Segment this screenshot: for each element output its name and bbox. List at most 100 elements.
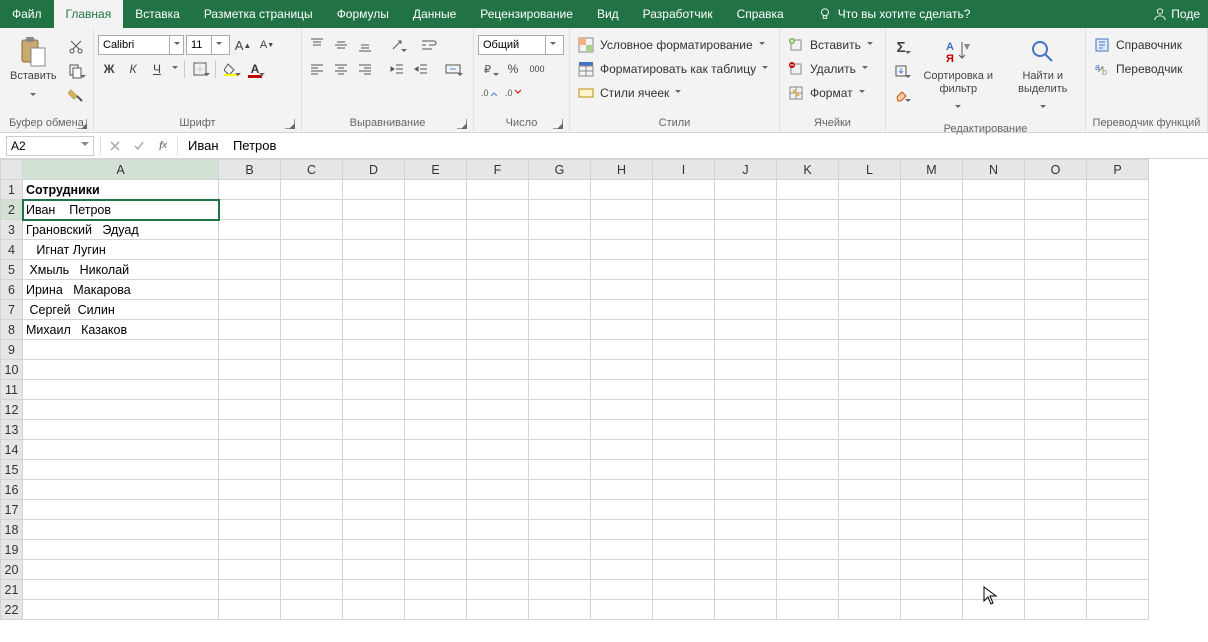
row-header-13[interactable]: 13 (1, 420, 23, 440)
cell-C1[interactable] (281, 180, 343, 200)
insert-cells-button[interactable]: Вставить (784, 34, 877, 56)
tab-insert[interactable]: Вставка (123, 0, 192, 28)
cell-G3[interactable] (529, 220, 591, 240)
cell-styles-button[interactable]: Стили ячеек (574, 82, 685, 104)
cell-O20[interactable] (1025, 560, 1087, 580)
cell-M4[interactable] (901, 240, 963, 260)
cell-N21[interactable] (963, 580, 1025, 600)
cell-C7[interactable] (281, 300, 343, 320)
cell-M21[interactable] (901, 580, 963, 600)
cell-K2[interactable] (777, 200, 839, 220)
cell-I20[interactable] (653, 560, 715, 580)
cell-L18[interactable] (839, 520, 901, 540)
cell-K21[interactable] (777, 580, 839, 600)
cell-C12[interactable] (281, 400, 343, 420)
cell-F18[interactable] (467, 520, 529, 540)
borders-button[interactable] (189, 58, 211, 80)
column-header-A[interactable]: A (23, 160, 219, 180)
cell-H17[interactable] (591, 500, 653, 520)
cell-G9[interactable] (529, 340, 591, 360)
cell-K6[interactable] (777, 280, 839, 300)
cell-N10[interactable] (963, 360, 1025, 380)
cell-L6[interactable] (839, 280, 901, 300)
cell-H10[interactable] (591, 360, 653, 380)
cell-A19[interactable] (23, 540, 219, 560)
cell-B7[interactable] (219, 300, 281, 320)
cell-F11[interactable] (467, 380, 529, 400)
cell-E18[interactable] (405, 520, 467, 540)
cell-D5[interactable] (343, 260, 405, 280)
cell-J16[interactable] (715, 480, 777, 500)
italic-button[interactable]: К (122, 58, 144, 80)
cell-L11[interactable] (839, 380, 901, 400)
row-header-12[interactable]: 12 (1, 400, 23, 420)
cell-N12[interactable] (963, 400, 1025, 420)
cell-G1[interactable] (529, 180, 591, 200)
cell-F8[interactable] (467, 320, 529, 340)
number-dialog-launcher[interactable] (553, 119, 563, 129)
cell-L3[interactable] (839, 220, 901, 240)
font-size-input[interactable] (187, 36, 211, 54)
font-name-dropdown[interactable] (169, 36, 183, 54)
row-header-7[interactable]: 7 (1, 300, 23, 320)
cell-L22[interactable] (839, 600, 901, 620)
cell-E11[interactable] (405, 380, 467, 400)
cell-H5[interactable] (591, 260, 653, 280)
tab-data[interactable]: Данные (401, 0, 468, 28)
cell-N14[interactable] (963, 440, 1025, 460)
cell-B21[interactable] (219, 580, 281, 600)
cell-N22[interactable] (963, 600, 1025, 620)
cell-N8[interactable] (963, 320, 1025, 340)
cell-G18[interactable] (529, 520, 591, 540)
cell-B8[interactable] (219, 320, 281, 340)
cell-H13[interactable] (591, 420, 653, 440)
cell-I15[interactable] (653, 460, 715, 480)
cell-P18[interactable] (1087, 520, 1149, 540)
cell-I8[interactable] (653, 320, 715, 340)
cell-J14[interactable] (715, 440, 777, 460)
cell-H11[interactable] (591, 380, 653, 400)
increase-indent-button[interactable] (410, 58, 432, 80)
cell-O2[interactable] (1025, 200, 1087, 220)
cell-H12[interactable] (591, 400, 653, 420)
cell-K8[interactable] (777, 320, 839, 340)
cell-G20[interactable] (529, 560, 591, 580)
cell-O12[interactable] (1025, 400, 1087, 420)
cell-N2[interactable] (963, 200, 1025, 220)
column-header-J[interactable]: J (715, 160, 777, 180)
sort-filter-button[interactable]: АЯ Сортировка и фильтр (914, 34, 1003, 121)
cell-D1[interactable] (343, 180, 405, 200)
cell-C9[interactable] (281, 340, 343, 360)
cell-K10[interactable] (777, 360, 839, 380)
cell-C16[interactable] (281, 480, 343, 500)
cell-K19[interactable] (777, 540, 839, 560)
cell-P1[interactable] (1087, 180, 1149, 200)
cell-F17[interactable] (467, 500, 529, 520)
cell-N11[interactable] (963, 380, 1025, 400)
cell-E8[interactable] (405, 320, 467, 340)
tab-developer[interactable]: Разработчик (631, 0, 725, 28)
cell-J12[interactable] (715, 400, 777, 420)
cell-D7[interactable] (343, 300, 405, 320)
cell-K9[interactable] (777, 340, 839, 360)
cell-J15[interactable] (715, 460, 777, 480)
cell-A10[interactable] (23, 360, 219, 380)
sort-filter-dropdown[interactable] (953, 97, 963, 119)
cell-P6[interactable] (1087, 280, 1149, 300)
cancel-formula-button[interactable] (103, 135, 127, 157)
cut-button[interactable] (65, 36, 87, 58)
cell-K3[interactable] (777, 220, 839, 240)
cell-M9[interactable] (901, 340, 963, 360)
font-dialog-launcher[interactable] (285, 119, 295, 129)
cell-O10[interactable] (1025, 360, 1087, 380)
cell-I19[interactable] (653, 540, 715, 560)
font-size-dropdown[interactable] (211, 36, 225, 54)
cell-H4[interactable] (591, 240, 653, 260)
cell-P2[interactable] (1087, 200, 1149, 220)
cell-D12[interactable] (343, 400, 405, 420)
number-format-dropdown[interactable] (545, 36, 559, 54)
cell-J4[interactable] (715, 240, 777, 260)
cell-O17[interactable] (1025, 500, 1087, 520)
format-as-table-button[interactable]: Форматировать как таблицу (574, 58, 772, 80)
cell-H20[interactable] (591, 560, 653, 580)
